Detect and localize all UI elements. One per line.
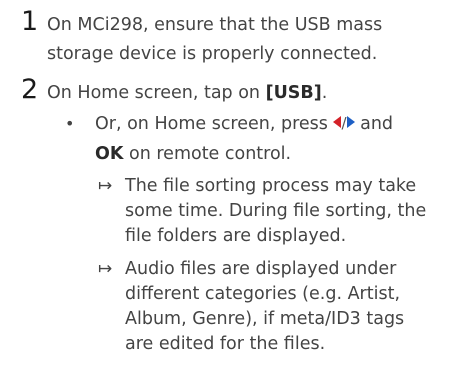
result-2-line-1: Audio files are displayed under xyxy=(125,259,397,279)
step-2-number: 2 xyxy=(21,74,39,105)
step-2-line-1: On Home screen, tap on [USB]. xyxy=(47,82,327,104)
step-2-line-1-suffix: . xyxy=(321,83,328,103)
result-1-line-2: some time. During file sorting, the xyxy=(125,201,427,221)
result-1-line-1: The file sorting process may take xyxy=(125,176,417,196)
result-arrow-icon: ↦ xyxy=(98,259,113,279)
right-arrow-icon xyxy=(346,116,355,128)
left-right-navigation-icon: / xyxy=(333,114,355,134)
ok-label: OK xyxy=(95,144,124,164)
alt-step-line-2: OK on remote control. xyxy=(95,143,291,165)
alt-step-line-1-suffix: and xyxy=(354,114,394,134)
step-2-line-1-prefix: On Home screen, tap on xyxy=(47,83,266,103)
instruction-page: 1 On MCi298, ensure that the USB mass st… xyxy=(0,0,456,376)
step-1-number: 1 xyxy=(21,6,39,37)
alt-step-line-1-prefix: Or, on Home screen, press xyxy=(95,114,334,134)
step-1-line-2: storage device is properly connected. xyxy=(47,44,378,64)
bullet-icon: • xyxy=(65,114,75,133)
result-2-line-2: different categories (e.g. Artist, xyxy=(125,284,401,304)
result-2-line-4: are edited for the files. xyxy=(125,334,326,354)
result-1-line-3: file folders are displayed. xyxy=(125,226,347,246)
usb-label: [USB] xyxy=(265,83,322,103)
result-2-line-3: Album, Genre), if meta/ID3 tags xyxy=(125,309,405,329)
step-1-line-1: On MCi298, ensure that the USB mass xyxy=(47,15,383,35)
alt-step-line-1: Or, on Home screen, press / and xyxy=(95,113,393,135)
left-arrow-icon xyxy=(333,116,342,128)
alt-step-line-2-suffix: on remote control. xyxy=(123,144,292,164)
result-arrow-icon: ↦ xyxy=(98,176,113,196)
